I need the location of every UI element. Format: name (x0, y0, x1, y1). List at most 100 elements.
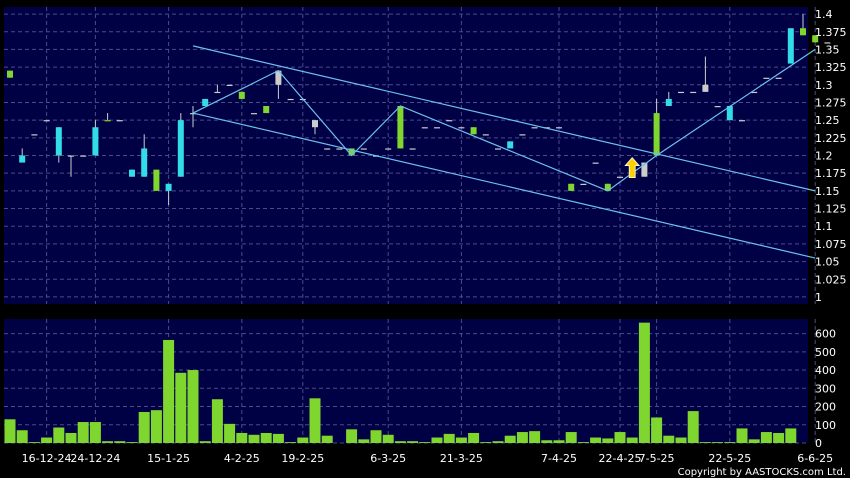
volume-bar (297, 437, 309, 443)
candle-body (263, 106, 270, 114)
date-tick-label: 4-2-25 (224, 452, 260, 465)
volume-bar (602, 438, 614, 443)
volume-bar (748, 439, 760, 443)
candle-body (592, 162, 599, 164)
volume-bar (675, 437, 687, 443)
volume-bar (285, 442, 297, 443)
candle-body (446, 120, 453, 122)
date-tick-label: 22-5-25 (708, 452, 751, 465)
candle-body (568, 183, 575, 191)
volume-bar (126, 442, 138, 443)
volume-bar (175, 372, 187, 443)
volume-bar (163, 339, 175, 443)
volume-tick-label: 600 (815, 328, 836, 341)
candle-body (104, 120, 111, 122)
candle-body (397, 106, 404, 149)
volume-bar (346, 429, 358, 443)
candle-body (482, 134, 489, 136)
candle-body (80, 155, 87, 157)
candle-body (556, 127, 562, 129)
candle-body (775, 77, 782, 79)
candle-body (92, 127, 99, 156)
volume-bar (236, 432, 248, 443)
volume-bar (102, 441, 114, 443)
price-tick-label: 1.3 (815, 79, 833, 92)
date-tick-label: 22-4-25 (599, 452, 642, 465)
candle-body (238, 91, 245, 99)
volume-tick-label: 100 (815, 419, 836, 432)
candle-body (165, 183, 172, 191)
candle-body (360, 148, 367, 150)
candle-body (409, 148, 416, 150)
volume-bar (651, 417, 663, 443)
candle-body (251, 113, 257, 115)
volume-bar (712, 442, 724, 443)
volume-bar (687, 411, 699, 443)
candle-body (507, 141, 514, 149)
volume-bar (407, 441, 419, 443)
volume-bar (663, 435, 675, 443)
candle-body (531, 127, 538, 129)
candle-body (495, 148, 501, 150)
stock-chart: 1.4 1.375 1.35 1.325 1.3 1.275 1.25 1.225 1.2 1.1… (4, 7, 847, 478)
volume-bar (785, 428, 797, 443)
volume-bar (504, 435, 516, 443)
volume-bar (138, 412, 150, 443)
candle-body (7, 70, 13, 78)
price-tick-label: 1.025 (815, 273, 847, 286)
volume-tick-label: 0 (815, 437, 822, 450)
volume-bar (272, 433, 284, 443)
date-tick-label: 7-5-25 (639, 452, 675, 465)
volume-bar (4, 419, 16, 443)
candle-body (336, 148, 343, 150)
volume-bar (614, 432, 626, 443)
price-tick-label: 1 (815, 291, 822, 304)
price-tick-label: 1.05 (815, 256, 840, 269)
volume-bar (199, 441, 211, 443)
candle-body (763, 77, 770, 79)
volume-bar (468, 432, 480, 443)
volume-bar (211, 399, 223, 443)
volume-bar (724, 442, 736, 443)
price-tick-label: 1.25 (815, 114, 840, 127)
candle-body (787, 28, 794, 64)
candle-body (385, 148, 392, 150)
volume-bar (492, 441, 504, 443)
volume-bar (638, 322, 650, 443)
volume-bar (358, 439, 370, 443)
volume-tick-label: 400 (815, 364, 836, 377)
candle-body (287, 98, 294, 101)
volume-axis: 600 500 400 300 200 100 0 (815, 328, 836, 450)
volume-bar (65, 432, 77, 443)
candle-body (665, 98, 672, 106)
volume-bar (53, 427, 65, 443)
date-tick-label: 16-12-24 (22, 452, 72, 465)
candle-body (202, 98, 209, 106)
volume-bar (699, 442, 711, 443)
date-tick-label: 15-1-25 (147, 452, 190, 465)
volume-bar (321, 435, 333, 443)
candle-body (43, 120, 50, 122)
candle-body (678, 91, 684, 94)
volume-bar (577, 442, 589, 443)
volume-bar (114, 441, 126, 443)
candle-body (312, 120, 318, 128)
price-tick-label: 1.4 (815, 8, 833, 21)
price-tick-label: 1.35 (815, 43, 840, 56)
price-tick-label: 1.125 (815, 203, 847, 216)
volume-bar (529, 431, 541, 443)
price-tick-label: 1.225 (815, 132, 847, 145)
candle-body (580, 183, 587, 185)
volume-bar (370, 430, 382, 443)
volume-bar (480, 442, 492, 443)
candle-body (141, 148, 148, 177)
date-tick-label: 21-3-25 (440, 452, 483, 465)
price-tick-label: 1.1 (815, 220, 833, 233)
volume-bar (626, 437, 638, 443)
volume-bar (187, 370, 199, 443)
candle-body (31, 134, 38, 136)
volume-bar (773, 432, 785, 443)
candle-body (55, 127, 62, 156)
price-tick-label: 1.375 (815, 26, 847, 39)
candle-body (617, 176, 623, 178)
